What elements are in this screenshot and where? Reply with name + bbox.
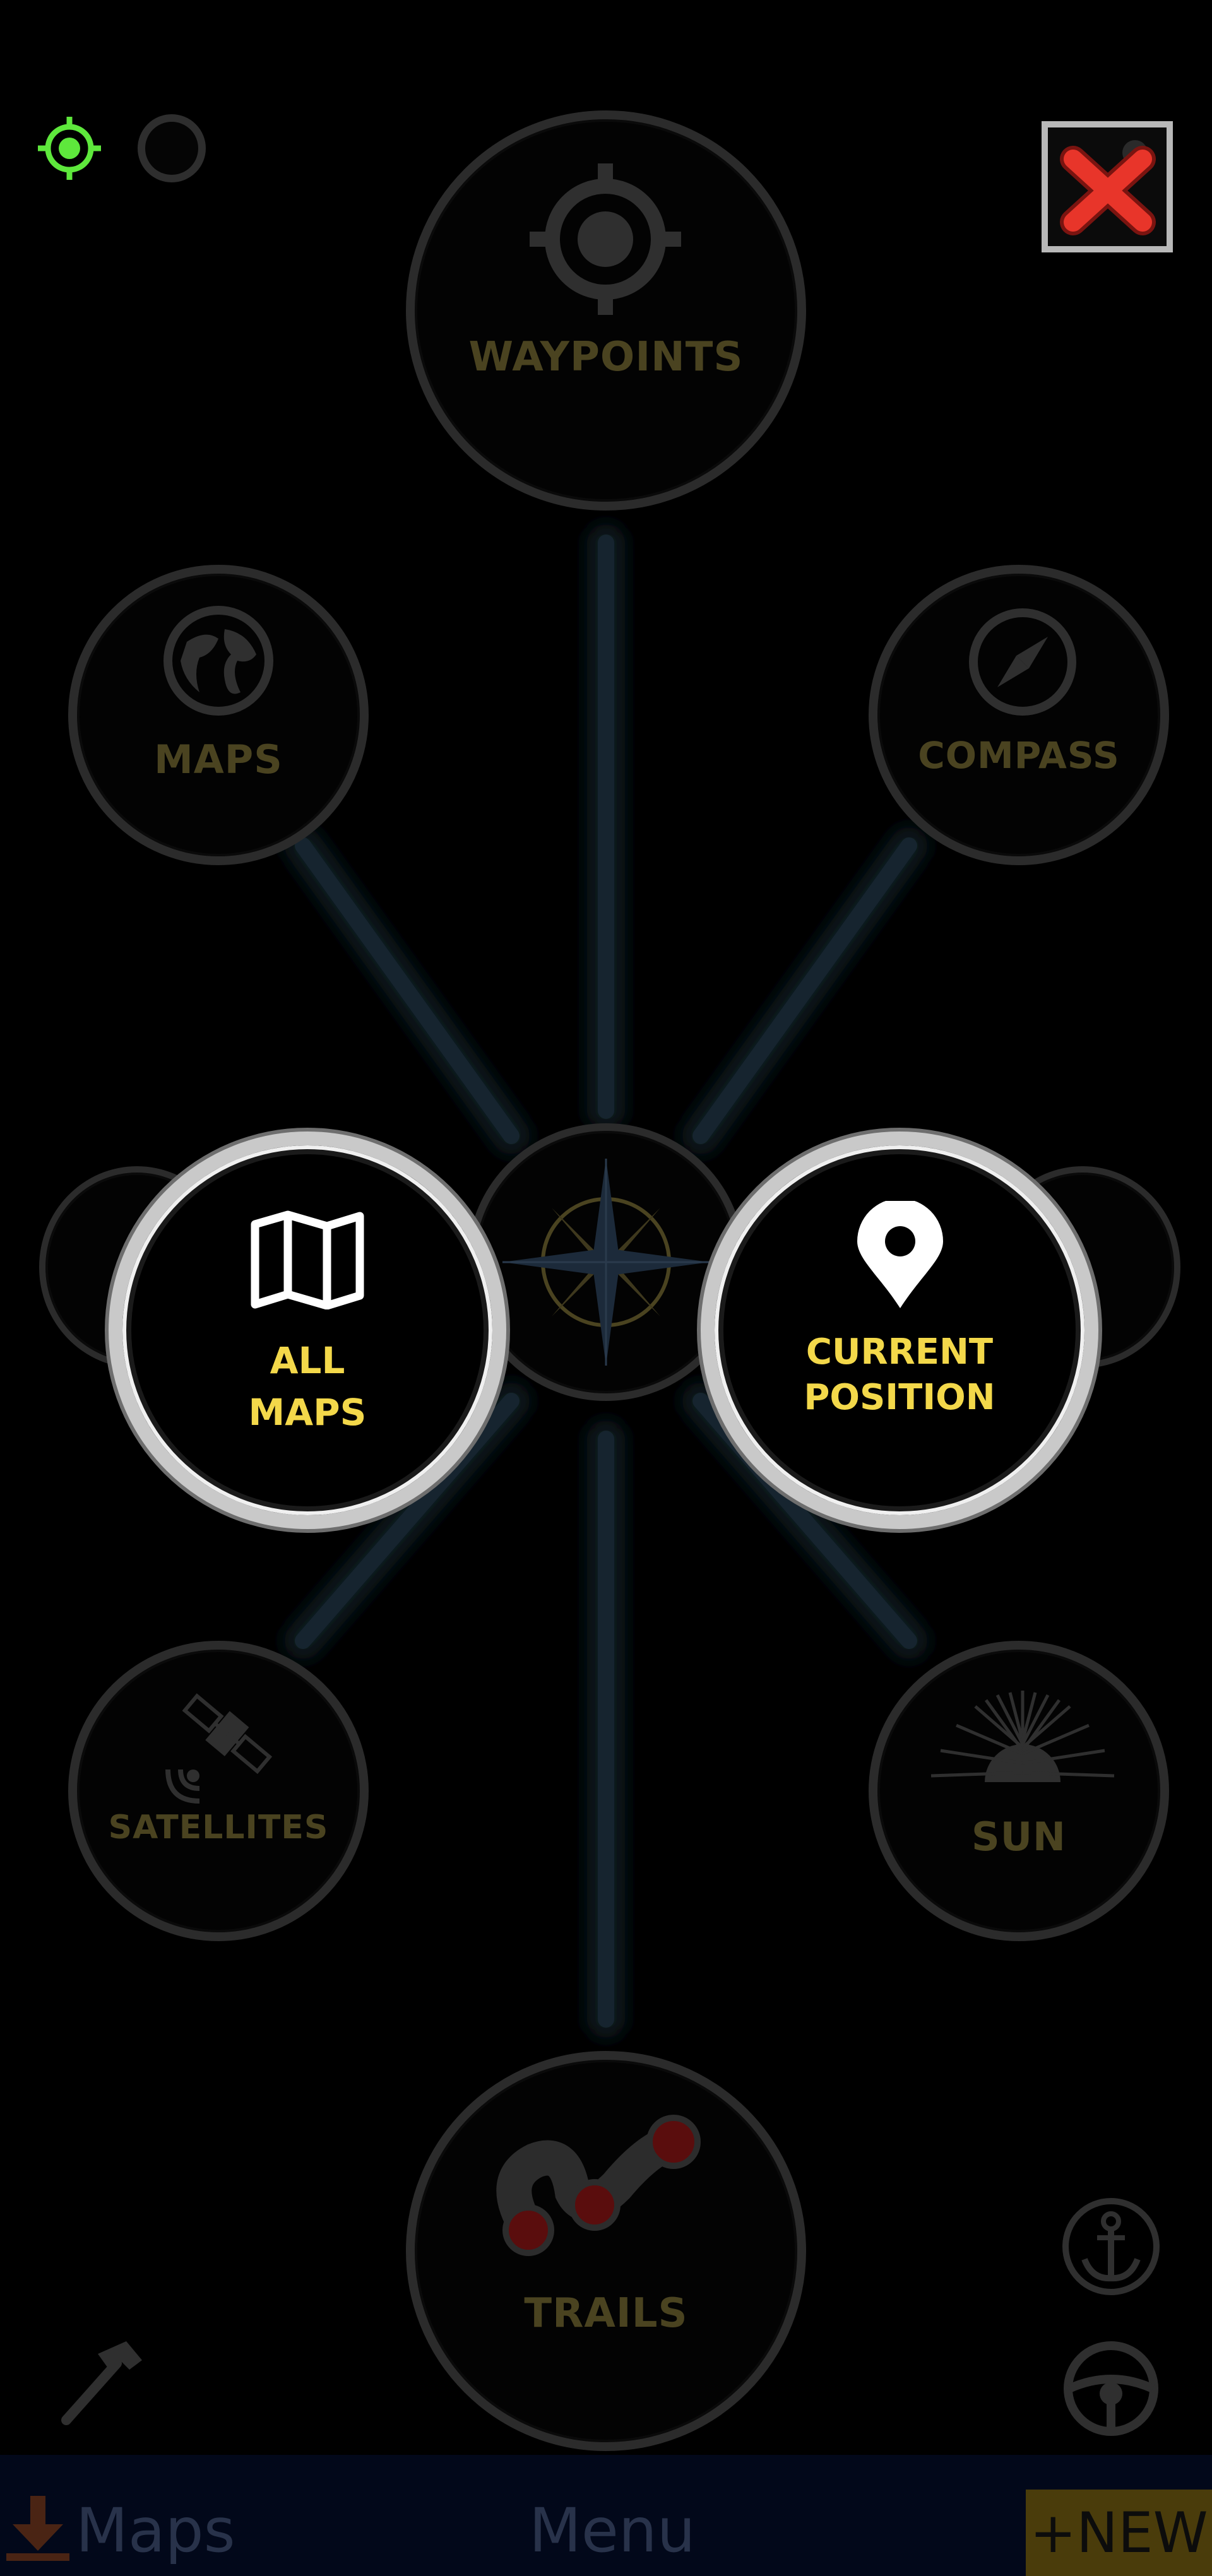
satellite-icon (165, 1693, 273, 1804)
sunrise-icon (930, 1691, 1115, 1782)
current-position-label-line1: CURRENT (805, 1332, 994, 1373)
maps-label: MAPS (154, 736, 283, 783)
trails-label: TRAILS (524, 2290, 688, 2337)
compass-needle-icon (969, 608, 1076, 716)
bottom-maps-tab[interactable]: Maps (76, 2499, 235, 2562)
waypoints-menu-item[interactable]: WAYPOINTS (406, 110, 806, 511)
all-maps-button[interactable]: ALL MAPS (109, 1131, 506, 1529)
waypoints-label: WAYPOINTS (468, 334, 744, 381)
anchor-icon[interactable] (1060, 2196, 1162, 2297)
trails-menu-item[interactable]: TRAILS (406, 2051, 806, 2451)
compass-rose-icon (502, 1159, 710, 1366)
globe-icon (163, 606, 273, 716)
satellites-label: SATELLITES (108, 1809, 329, 1846)
compass-menu-item[interactable]: COMPASS (869, 565, 1169, 865)
current-position-button[interactable]: CURRENT POSITION (701, 1131, 1098, 1529)
sun-label: SUN (971, 1814, 1066, 1860)
waypoint-target-icon (530, 163, 681, 315)
close-button[interactable] (1042, 121, 1173, 252)
steering-wheel-icon[interactable] (1060, 2338, 1162, 2439)
all-maps-label-line2: MAPS (248, 1391, 367, 1434)
gps-inactive-icon (138, 114, 206, 182)
gps-target-icon[interactable] (35, 114, 104, 183)
sun-menu-item[interactable]: SUN (869, 1641, 1169, 1941)
trail-icon (496, 2115, 701, 2256)
new-button[interactable]: +NEW (1026, 2490, 1212, 2576)
maps-menu-item[interactable]: MAPS (68, 565, 369, 865)
folded-map-icon (251, 1210, 364, 1309)
compass-label: COMPASS (918, 734, 1120, 777)
satellites-menu-item[interactable]: SATELLITES (68, 1641, 369, 1941)
current-position-label-line2: POSITION (804, 1377, 995, 1418)
hammer-icon[interactable] (54, 2335, 148, 2430)
download-icon[interactable] (6, 2493, 69, 2562)
bottom-menu-tab[interactable]: Menu (529, 2499, 696, 2562)
all-maps-label-line1: ALL (270, 1339, 345, 1382)
location-pin-icon (857, 1201, 943, 1308)
close-icon (1060, 140, 1156, 235)
